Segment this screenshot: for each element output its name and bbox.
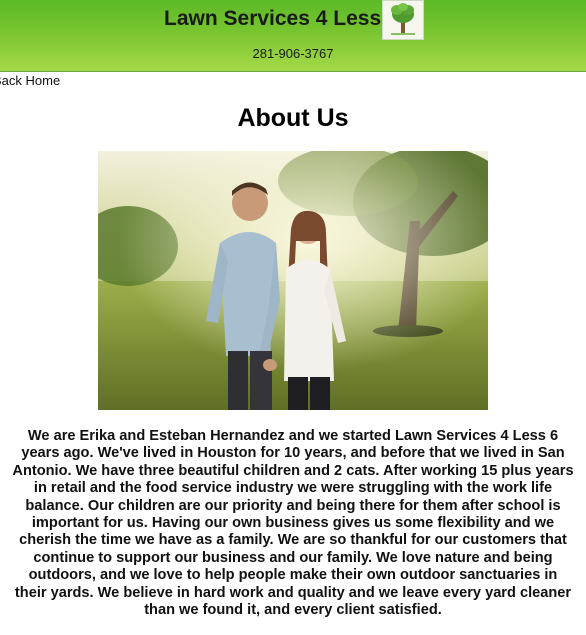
tree-logo-icon[interactable]: [382, 0, 424, 40]
couple-photo: [78, 146, 513, 410]
site-title[interactable]: Lawn Services 4 Less: [164, 7, 381, 31]
page-title: About Us: [237, 104, 349, 132]
about-paragraph: We are Erika and Esteban Hernandez and w…: [12, 428, 574, 619]
site-header: Lawn Services 4 Less 281-906-3767: [0, 0, 586, 72]
back-home-link[interactable]: Back Home: [0, 73, 60, 88]
phone-number[interactable]: 281-906-3767: [0, 46, 586, 61]
